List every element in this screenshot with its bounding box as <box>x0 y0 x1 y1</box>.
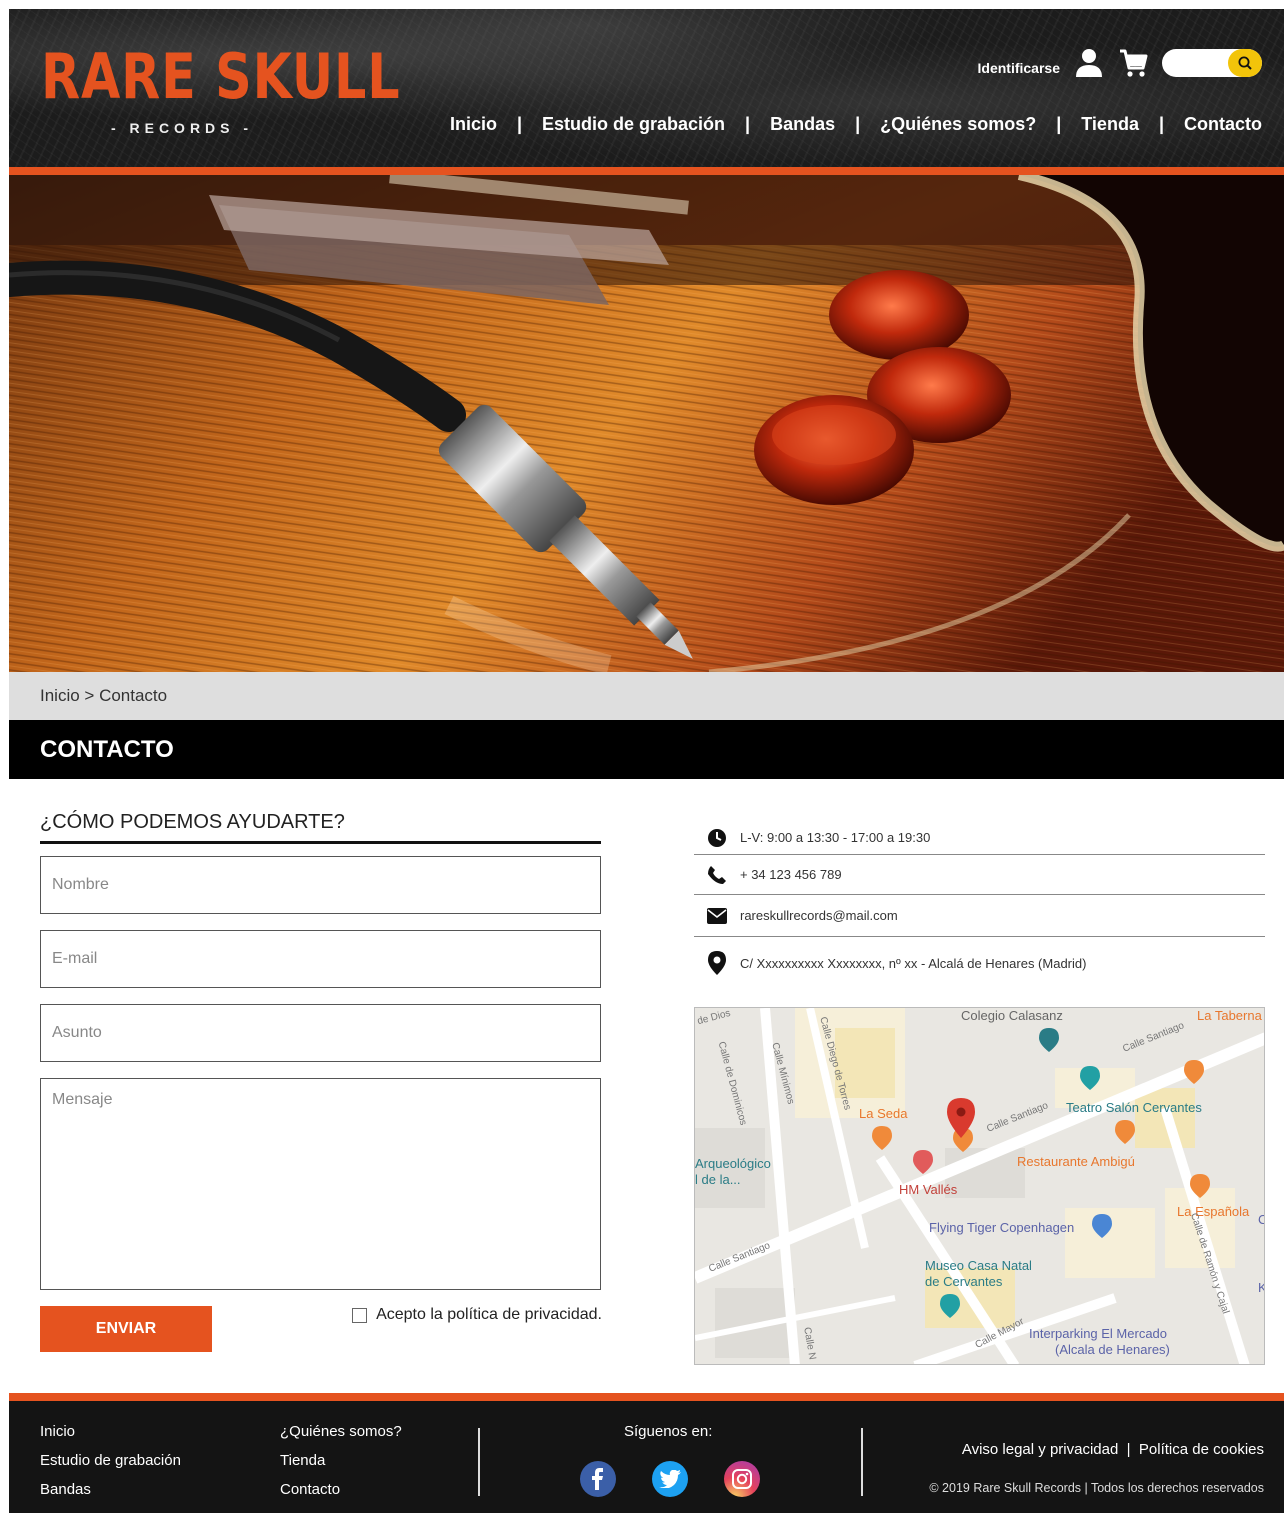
site-header: RARE SKULL - RECORDS - Identificarse Ini… <box>9 9 1284 167</box>
nav-separator: | <box>1158 114 1164 134</box>
brand-logo[interactable]: RARE SKULL - RECORDS - <box>41 40 401 141</box>
location-map[interactable]: Colegio Calasanz La Taberna Teatro Salón… <box>694 1007 1265 1365</box>
nav-separator: | <box>855 114 861 134</box>
nav-quienes-somos[interactable]: ¿Quiénes somos? <box>880 114 1036 135</box>
contact-info: L-V: 9:00 a 13:30 - 17:00 a 19:30 + 34 1… <box>694 821 1265 989</box>
map-label-restaurante: Restaurante Ambigú <box>1017 1154 1135 1169</box>
site-footer: Inicio Estudio de grabación Bandas ¿Quié… <box>9 1401 1284 1513</box>
map-label-hm-valles: HM Vallés <box>899 1182 958 1197</box>
user-icon[interactable] <box>1074 47 1104 79</box>
email-text[interactable]: rareskullrecords@mail.com <box>740 908 898 923</box>
message-field[interactable] <box>40 1078 601 1290</box>
legal-link[interactable]: Aviso legal y privacidad <box>962 1441 1118 1458</box>
page-title: CONTACTO <box>40 735 174 763</box>
footer-divider <box>861 1428 863 1496</box>
footer-link-bandas[interactable]: Bandas <box>40 1481 181 1510</box>
map-label-c: C <box>1258 1212 1264 1227</box>
location-pin-icon <box>694 951 740 975</box>
form-title-divider <box>40 841 601 844</box>
main-nav: Inicio | Estudio de grabación | Bandas |… <box>450 114 1262 135</box>
search-input[interactable] <box>1172 53 1228 73</box>
search-box <box>1162 49 1262 77</box>
contact-form: ¿CÓMO PODEMOS AYUDARTE? ENVIAR Acepto la… <box>40 809 602 1356</box>
brand-logo-text: RARE SKULL <box>41 40 401 113</box>
map-label-interparking-2: (Alcala de Henares) <box>1055 1342 1170 1357</box>
page-title-bar: CONTACTO <box>9 720 1284 779</box>
social-links <box>580 1461 760 1497</box>
name-field[interactable] <box>40 856 601 914</box>
clock-icon <box>694 828 740 848</box>
address-text: C/ Xxxxxxxxxx Xxxxxxxx, nº xx - Alcalá d… <box>740 955 1087 971</box>
header-topbar: Identificarse <box>978 45 1262 81</box>
privacy-checkbox[interactable] <box>352 1307 368 1323</box>
privacy-consent[interactable]: Acepto la política de privacidad. <box>352 1306 602 1324</box>
legal-links: Aviso legal y privacidad | Política de c… <box>962 1441 1264 1458</box>
hours-row: L-V: 9:00 a 13:30 - 17:00 a 19:30 <box>694 821 1265 855</box>
footer-link-tienda[interactable]: Tienda <box>280 1452 402 1481</box>
shopping-cart-icon[interactable] <box>1118 47 1148 79</box>
map-label-taberna: La Taberna <box>1197 1008 1262 1023</box>
page: RARE SKULL - RECORDS - Identificarse Ini… <box>9 9 1284 1513</box>
breadcrumb-home[interactable]: Inicio <box>40 686 80 706</box>
facebook-icon[interactable] <box>580 1461 616 1497</box>
footer-links-col-2: ¿Quiénes somos? Tienda Contacto <box>280 1423 402 1510</box>
map-label-colegio: Colegio Calasanz <box>961 1008 1063 1023</box>
hours-text: L-V: 9:00 a 13:30 - 17:00 a 19:30 <box>740 830 931 845</box>
nav-tienda[interactable]: Tienda <box>1081 114 1139 135</box>
form-title: ¿CÓMO PODEMOS AYUDARTE? <box>40 811 345 833</box>
search-button[interactable] <box>1228 49 1262 77</box>
map-label-la-seda: La Seda <box>859 1106 908 1121</box>
login-link[interactable]: Identificarse <box>978 60 1060 76</box>
subject-field[interactable] <box>40 1004 601 1062</box>
breadcrumb: Inicio > Contacto <box>9 672 1284 720</box>
privacy-label: Acepto la política de privacidad. <box>376 1306 602 1323</box>
search-icon <box>1238 56 1252 70</box>
brand-logo-subtitle: - RECORDS - <box>110 120 254 136</box>
cookies-link[interactable]: Política de cookies <box>1139 1441 1264 1458</box>
hero-image <box>9 175 1284 672</box>
header-accent-bar <box>9 167 1284 175</box>
nav-estudio[interactable]: Estudio de grabación <box>542 114 725 135</box>
nav-separator: | <box>516 114 523 134</box>
footer-link-quienes-somos[interactable]: ¿Quiénes somos? <box>280 1423 402 1452</box>
map-label-arqueologico-2: l de la... <box>695 1172 741 1187</box>
legal-separator: | <box>1126 1441 1131 1458</box>
twitter-icon[interactable] <box>652 1461 688 1497</box>
email-row: rareskullrecords@mail.com <box>694 895 1265 937</box>
nav-separator: | <box>1056 114 1062 134</box>
phone-text[interactable]: + 34 123 456 789 <box>740 867 842 882</box>
phone-row: + 34 123 456 789 <box>694 855 1265 895</box>
email-field[interactable] <box>40 930 601 988</box>
footer-link-estudio[interactable]: Estudio de grabación <box>40 1452 181 1481</box>
phone-icon <box>694 865 740 885</box>
breadcrumb-current: Contacto <box>99 686 168 705</box>
map-label-museo-2: de Cervantes <box>925 1274 1003 1289</box>
nav-bandas[interactable]: Bandas <box>770 114 835 135</box>
address-row: C/ Xxxxxxxxxx Xxxxxxxx, nº xx - Alcalá d… <box>694 937 1265 989</box>
map-label-interparking: Interparking El Mercado <box>1029 1326 1168 1341</box>
mail-icon <box>694 907 740 924</box>
footer-link-contacto[interactable]: Contacto <box>280 1481 402 1510</box>
map-label-teatro: Teatro Salón Cervantes <box>1066 1100 1202 1115</box>
nav-inicio[interactable]: Inicio <box>450 114 497 135</box>
footer-divider <box>478 1428 480 1496</box>
map-label-museo: Museo Casa Natal <box>925 1258 1032 1273</box>
copyright: © 2019 Rare Skull Records | Todos los de… <box>929 1481 1264 1495</box>
form-actions: ENVIAR Acepto la política de privacidad. <box>40 1306 602 1356</box>
map-label-flying-tiger: Flying Tiger Copenhagen <box>929 1220 1075 1235</box>
footer-accent-bar <box>9 1393 1284 1401</box>
footer-links-col-1: Inicio Estudio de grabación Bandas <box>40 1423 181 1510</box>
instagram-icon[interactable] <box>724 1461 760 1497</box>
footer-link-inicio[interactable]: Inicio <box>40 1423 181 1452</box>
nav-contacto[interactable]: Contacto <box>1184 114 1262 135</box>
breadcrumb-separator: > <box>79 686 100 705</box>
map-label-k: K <box>1258 1280 1264 1295</box>
send-button[interactable]: ENVIAR <box>40 1306 212 1352</box>
follow-label: Síguenos en: <box>624 1423 713 1440</box>
map-label-arqueologico: Arqueológico <box>695 1156 771 1171</box>
nav-separator: | <box>745 114 751 134</box>
